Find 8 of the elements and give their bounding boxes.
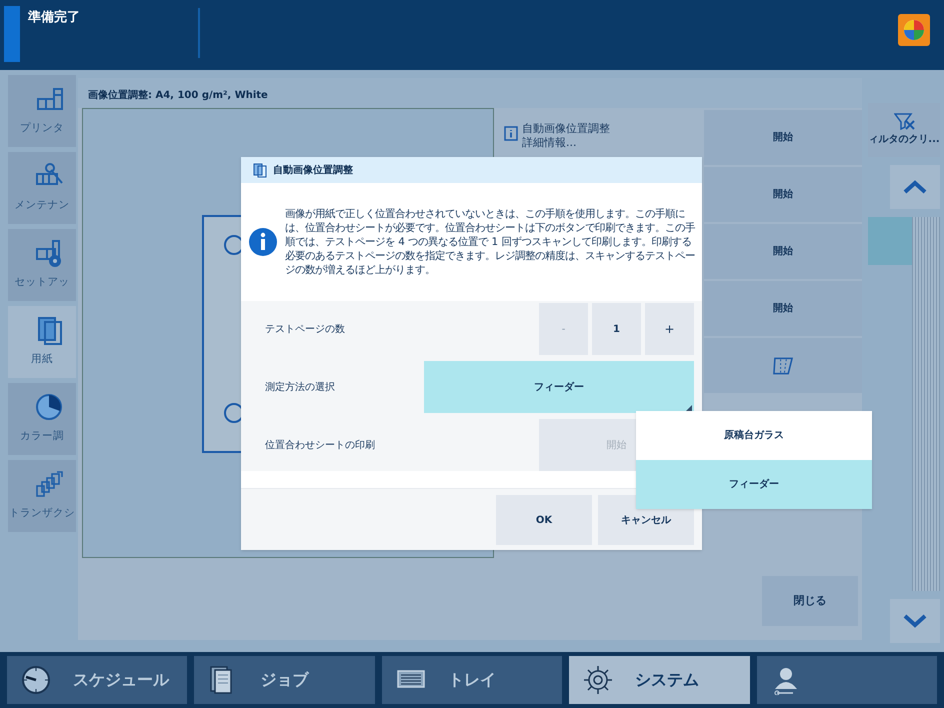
dialog-title: 自動画像位置調整 (273, 163, 353, 178)
row-label: 位置合わせシートの印刷 (264, 438, 376, 452)
row-label: 測定方法の選択 (264, 380, 336, 394)
status-text: 準備完了 (28, 8, 81, 27)
row-label: テストページの数 (264, 322, 346, 336)
dialog-message: 画像が用紙で正しく位置合わせされていないときは、この手順を使用します。この手順には、位置合わせシートが必要です。位置合わせシートは下のボタンで印刷できます。この手順では、テストページを 4 つの異なる位置で 1 回ずつスキャンして印刷します。印刷する必要のあるテストページの数を指定できます。レジ調整の精度は、スキャンするテストページの数が増えるほど上がります。 (285, 207, 696, 277)
window-title: 画像位置調整: A4, 100 g/m², White (78, 78, 862, 108)
count-value: 1 (592, 303, 641, 355)
